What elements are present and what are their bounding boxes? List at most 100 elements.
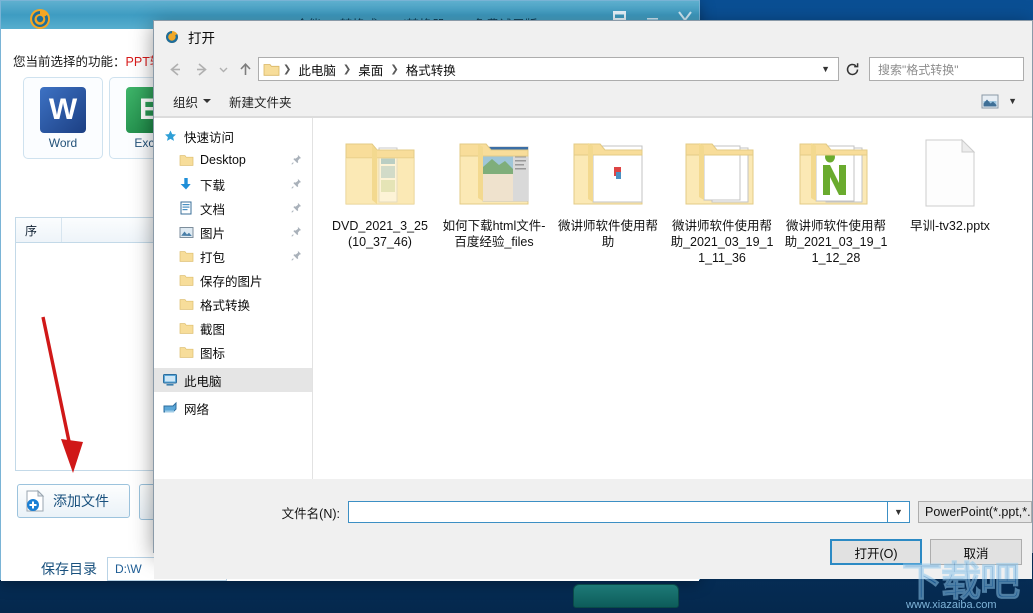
folder-icon xyxy=(178,296,194,312)
chevron-down-icon[interactable]: ▼ xyxy=(888,501,910,523)
add-file-button[interactable]: 添加文件 xyxy=(17,484,130,518)
nav-item-label: 保存的图片 xyxy=(200,271,263,290)
nav-item-screenshots[interactable]: 截图 xyxy=(154,316,312,340)
this-pc-icon xyxy=(162,372,178,388)
view-mode-icon[interactable] xyxy=(979,91,1001,111)
pin-icon[interactable] xyxy=(291,178,302,189)
add-file-label: 添加文件 xyxy=(53,491,109,511)
arrow-up-icon[interactable] xyxy=(232,56,258,82)
nav-item-quick-access[interactable]: 快速访问 xyxy=(154,124,312,148)
folder-icon xyxy=(178,344,194,360)
folder-icon xyxy=(263,62,280,77)
folder-thumbnail-blank xyxy=(678,134,766,212)
star-pin-icon xyxy=(162,128,178,144)
nav-item-pictures[interactable]: 图片 xyxy=(154,220,312,244)
file-name: DVD_2021_3_25 (10_37_46) xyxy=(327,218,433,250)
arrow-left-icon[interactable] xyxy=(162,56,188,82)
breadcrumb-item-0[interactable]: 此电脑 xyxy=(294,60,340,79)
dialog-title: 打开 xyxy=(188,27,215,47)
nav-item-icons[interactable]: 图标 xyxy=(154,340,312,364)
organize-label: 组织 xyxy=(173,92,198,111)
pictures-icon xyxy=(178,224,194,240)
dialog-nav-bar: ❯ 此电脑 ❯ 桌面 ❯ 格式转换 ▼ 搜索"格式转换" xyxy=(154,52,1032,86)
nav-item-label: 网络 xyxy=(184,399,209,418)
file-item[interactable]: 早训-tv32.pptx xyxy=(893,130,1007,294)
format-tile-label: Word xyxy=(49,136,77,150)
nav-item-label: 格式转换 xyxy=(200,295,250,314)
folder-icon xyxy=(178,272,194,288)
folder-icon xyxy=(178,248,194,264)
nav-item-network[interactable]: 网络 xyxy=(154,396,312,420)
start-convert-button[interactable] xyxy=(573,584,679,608)
download-icon xyxy=(178,176,194,192)
arrow-right-icon[interactable] xyxy=(188,56,214,82)
pin-icon[interactable] xyxy=(291,226,302,237)
refresh-icon[interactable] xyxy=(839,57,865,81)
nav-item-desktop[interactable]: Desktop xyxy=(154,148,312,172)
word-icon: W xyxy=(40,87,86,133)
file-item[interactable]: 如何下载html文件-百度经验_files xyxy=(437,130,551,294)
nav-item-downloads[interactable]: 下载 xyxy=(154,172,312,196)
file-item[interactable]: 微讲师软件使用帮助 xyxy=(551,130,665,294)
nav-item-this-pc[interactable]: 此电脑 xyxy=(154,368,312,392)
current-function-label: 您当前选择的功能： xyxy=(13,55,126,69)
breadcrumb-separator: ❯ xyxy=(389,64,399,75)
filename-input[interactable] xyxy=(348,501,888,523)
nav-item-package[interactable]: 打包 xyxy=(154,244,312,268)
save-directory-label: 保存目录 xyxy=(41,559,97,579)
breadcrumb-item-2[interactable]: 格式转换 xyxy=(402,60,460,79)
pin-icon[interactable] xyxy=(291,202,302,213)
caret-down-icon[interactable]: ▼ xyxy=(1003,96,1022,106)
dialog-title-bar: 打开 xyxy=(154,21,1032,52)
filename-label: 文件名(N): xyxy=(154,503,348,522)
folder-thumbnail-green-n xyxy=(792,134,880,212)
folder-open-icon xyxy=(164,29,180,45)
file-item[interactable]: DVD_2021_3_25 (10_37_46) xyxy=(323,130,437,294)
nav-item-label: 图标 xyxy=(200,343,225,362)
file-name: 早训-tv32.pptx xyxy=(897,218,1003,234)
nav-item-label: 截图 xyxy=(200,319,225,338)
chevron-down-icon[interactable] xyxy=(214,56,232,82)
filename-row: 文件名(N): ▼ PowerPoint(*.ppt,*.pptx) xyxy=(154,501,1032,523)
dialog-command-bar: 组织 新建文件夹 ▼ xyxy=(154,86,1032,117)
view-options-group[interactable]: ▼ xyxy=(979,91,1022,111)
folder-icon xyxy=(178,320,194,336)
format-tile-word[interactable]: W Word xyxy=(23,77,103,159)
nav-item-label: 文档 xyxy=(200,199,225,218)
breadcrumb-separator: ❯ xyxy=(282,64,292,75)
folder-thumbnail-webpage xyxy=(450,134,538,212)
dialog-main: 快速访问 Desktop 下载 文档 xyxy=(154,117,1032,479)
new-folder-button[interactable]: 新建文件夹 xyxy=(220,89,301,114)
pptx-file-thumbnail xyxy=(906,134,994,212)
nav-item-saved-pictures[interactable]: 保存的图片 xyxy=(154,268,312,292)
nav-item-label: 图片 xyxy=(200,223,225,242)
folder-thumbnail-document xyxy=(564,134,652,212)
nav-item-documents[interactable]: 文档 xyxy=(154,196,312,220)
pin-icon[interactable] xyxy=(291,250,302,261)
organize-button[interactable]: 组织 xyxy=(164,89,220,114)
watermark-url: www.xiazaiba.com xyxy=(906,599,996,611)
documents-icon xyxy=(178,200,194,216)
file-item[interactable]: 微讲师软件使用帮助_2021_03_19_11_12_28 xyxy=(779,130,893,294)
watermark: 下载吧 www.xiazaiba.com xyxy=(900,555,1033,613)
nav-item-format-conversion[interactable]: 格式转换 xyxy=(154,292,312,316)
breadcrumb[interactable]: ❯ 此电脑 ❯ 桌面 ❯ 格式转换 ▼ xyxy=(258,57,839,81)
pin-icon[interactable] xyxy=(291,154,302,165)
folder-thumbnail-filmstrip xyxy=(336,134,424,212)
network-icon xyxy=(162,400,178,416)
file-name: 微讲师软件使用帮助 xyxy=(555,218,661,250)
chevron-down-icon[interactable]: ▼ xyxy=(821,64,834,74)
navigation-pane: 快速访问 Desktop 下载 文档 xyxy=(154,118,313,479)
file-name: 微讲师软件使用帮助_2021_03_19_11_11_36 xyxy=(669,218,775,266)
file-item[interactable]: 微讲师软件使用帮助_2021_03_19_11_11_36 xyxy=(665,130,779,294)
breadcrumb-item-1[interactable]: 桌面 xyxy=(354,60,387,79)
nav-item-label: Desktop xyxy=(200,153,246,167)
file-type-select[interactable]: PowerPoint(*.ppt,*.pptx) xyxy=(918,501,1032,523)
add-file-icon xyxy=(24,489,48,513)
nav-item-label: 此电脑 xyxy=(184,371,222,390)
file-list-pane[interactable]: DVD_2021_3_25 (10_37_46) xyxy=(313,118,1032,479)
file-name: 如何下载html文件-百度经验_files xyxy=(441,218,547,250)
breadcrumb-separator: ❯ xyxy=(342,64,352,75)
caret-down-icon xyxy=(203,97,211,105)
search-input[interactable]: 搜索"格式转换" xyxy=(869,57,1024,81)
